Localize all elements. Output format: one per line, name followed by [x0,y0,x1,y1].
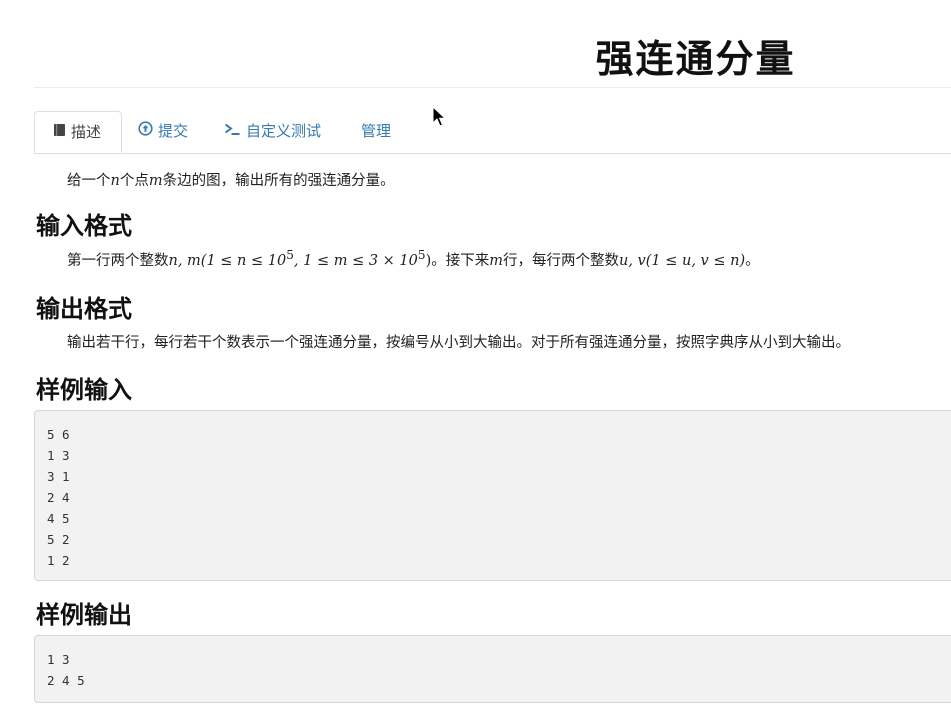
math-constraint-uv: u, v(1 ≤ u, v ≤ n) [619,252,746,269]
tab-manage-label: 管理 [361,122,392,140]
tab-manage[interactable]: 管理 [361,111,391,152]
code-line: 2 4 5 [47,673,85,688]
input-format-text: 第一行两个整数n, m(1 ≤ n ≤ 105, 1 ≤ m ≤ 3 × 105… [67,248,760,269]
title-divider [34,87,951,88]
problem-title: 强连通分量 [595,37,796,81]
tab-custom-test-label: 自定义测试 [246,122,322,140]
code-line: 5 6 [47,427,70,442]
tab-submit[interactable]: 提交 [138,111,188,152]
output-format-text: 输出若干行，每行若干个数表示一个强连通分量，按编号从小到大输出。对于所有强连通分… [67,335,850,351]
code-line: 2 4 [47,490,70,505]
input-format-heading: 输入格式 [36,212,132,240]
sample-input-heading: 样例输入 [36,376,132,404]
code-line: 1 3 [47,448,70,463]
tab-custom-test[interactable]: 自定义测试 [224,111,321,152]
tab-description[interactable]: 描述 [34,111,122,153]
problem-description: 给一个n个点m条边的图，输出所有的强连通分量。 [67,173,395,189]
code-line: 1 2 [47,553,70,568]
upload-circle-icon [138,111,153,152]
book-icon [53,112,66,153]
code-line: 1 3 [47,652,70,667]
tab-description-label: 描述 [71,123,102,141]
math-var-m: m [148,173,163,189]
math-constraint-nm: n, m(1 ≤ n ≤ 10 [168,252,287,269]
math-var-n: n [110,173,120,189]
terminal-icon [224,111,241,152]
tab-submit-label: 提交 [158,122,189,140]
sample-output-heading: 样例输出 [36,601,132,629]
sample-input-box[interactable]: 5 6 1 3 3 1 2 4 4 5 5 2 1 2 [34,410,951,581]
code-line: 5 2 [47,532,70,547]
output-format-heading: 输出格式 [36,295,132,323]
code-line: 3 1 [47,469,70,484]
problem-tabs: 描述 提交 自定义测试 管理 [34,111,951,154]
problem-page: 强连通分量 描述 提交 自定义测试 管理 给一个n个点m条边的图，输出所有的强连… [0,0,951,706]
mouse-cursor-icon [432,106,446,127]
sample-output-box[interactable]: 1 3 2 4 5 [34,635,951,703]
code-line: 4 5 [47,511,70,526]
